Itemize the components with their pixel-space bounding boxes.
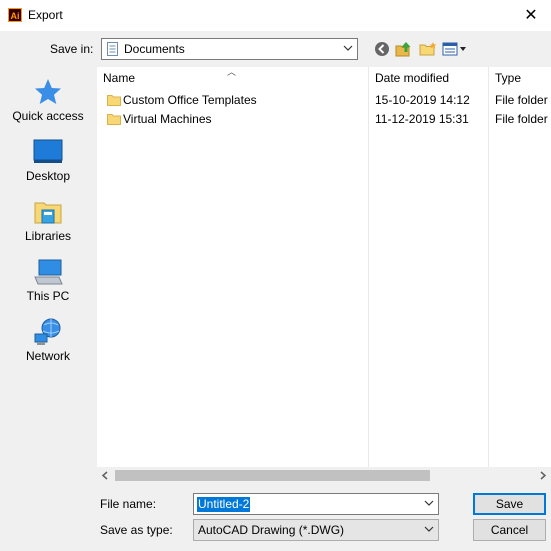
place-label: Desktop xyxy=(25,169,71,183)
sort-ascending-icon: ︿ xyxy=(227,67,237,77)
column-header-type[interactable]: Type xyxy=(495,67,521,89)
chevron-down-icon[interactable] xyxy=(424,498,434,508)
up-one-level-icon[interactable] xyxy=(395,41,413,57)
file-date: 11-12-2019 15:31 xyxy=(375,112,469,126)
folder-icon xyxy=(107,95,121,106)
place-label: This PC xyxy=(26,289,70,303)
horizontal-scrollbar[interactable] xyxy=(97,467,551,484)
file-name: Custom Office Templates xyxy=(123,93,257,107)
file-name-input[interactable]: Untitled-2 xyxy=(193,493,439,515)
save-as-type-dropdown[interactable]: AutoCAD Drawing (*.DWG) xyxy=(193,519,439,541)
place-desktop[interactable]: Desktop xyxy=(0,137,96,183)
save-button[interactable]: Save xyxy=(473,493,546,515)
file-type: File folder xyxy=(495,93,548,107)
place-libraries[interactable]: Libraries xyxy=(0,197,96,243)
illustrator-app-icon: Ai xyxy=(8,8,22,22)
file-name-label: File name: xyxy=(100,497,157,511)
folder-icon xyxy=(107,114,121,125)
places-bar: Quick access Desktop Libraries This PC N… xyxy=(0,67,96,543)
place-quick-access[interactable]: Quick access xyxy=(0,77,96,123)
scroll-right-icon[interactable] xyxy=(537,470,548,481)
documents-folder-icon xyxy=(107,42,118,56)
file-row[interactable]: Custom Office Templates 15-10-2019 14:12… xyxy=(97,91,551,110)
desktop-icon xyxy=(33,139,63,163)
file-date: 15-10-2019 14:12 xyxy=(375,93,470,107)
save-in-label: Save in: xyxy=(50,42,94,56)
back-arrow-icon[interactable] xyxy=(373,41,391,57)
file-name-value: Untitled-2 xyxy=(197,497,251,512)
network-icon xyxy=(34,318,61,345)
chevron-down-icon xyxy=(424,526,434,532)
computer-icon xyxy=(34,259,63,285)
title-bar: Ai Export ✕ xyxy=(0,0,551,31)
scroll-left-icon[interactable] xyxy=(100,470,111,481)
file-type: File folder xyxy=(495,112,548,126)
file-row[interactable]: Virtual Machines 11-12-2019 15:31 File f… xyxy=(97,110,551,129)
place-this-pc[interactable]: This PC xyxy=(0,257,96,303)
scroll-thumb[interactable] xyxy=(115,470,430,481)
save-as-type-label: Save as type: xyxy=(100,523,173,537)
save-in-value: Documents xyxy=(124,42,185,56)
file-name: Virtual Machines xyxy=(123,112,212,126)
close-button[interactable]: ✕ xyxy=(511,0,551,31)
save-in-dropdown[interactable]: Documents xyxy=(101,38,358,60)
view-menu-icon[interactable] xyxy=(442,41,468,57)
column-header-name[interactable]: Name xyxy=(103,67,135,89)
save-as-type-value: AutoCAD Drawing (*.DWG) xyxy=(198,523,345,537)
cancel-button[interactable]: Cancel xyxy=(473,519,546,541)
chevron-down-icon xyxy=(343,45,353,51)
new-folder-icon[interactable] xyxy=(419,41,437,57)
place-label: Libraries xyxy=(24,229,72,243)
place-label: Network xyxy=(25,349,70,363)
place-label: Quick access xyxy=(12,109,84,123)
window-title: Export xyxy=(28,8,63,22)
file-list[interactable]: ︿ Name Date modified Type Custom Office … xyxy=(97,67,551,467)
place-network[interactable]: Network xyxy=(0,317,96,363)
star-icon xyxy=(35,79,61,104)
libraries-icon xyxy=(34,202,62,224)
column-header-date[interactable]: Date modified xyxy=(375,67,449,89)
